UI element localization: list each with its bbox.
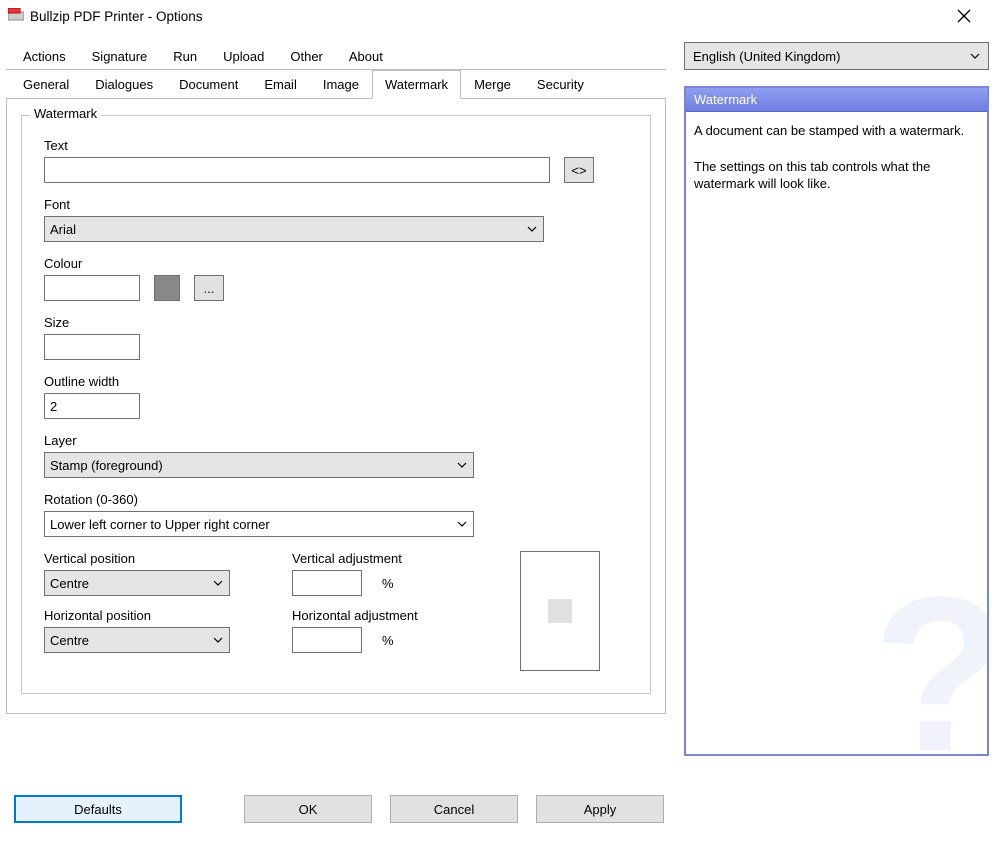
tab-document[interactable]: Document: [166, 70, 251, 99]
vpos-combo[interactable]: Centre: [44, 570, 230, 596]
tab-dialogues[interactable]: Dialogues: [82, 70, 166, 99]
rotation-combo[interactable]: Lower left corner to Upper right corner: [44, 511, 474, 537]
macro-button[interactable]: <>: [564, 157, 594, 183]
tab-email[interactable]: Email: [251, 70, 310, 99]
help-text-2: The settings on this tab controls what t…: [694, 158, 979, 193]
size-input[interactable]: [44, 334, 140, 360]
font-label: Font: [44, 197, 628, 212]
ok-button[interactable]: OK: [244, 795, 372, 823]
tab-upload[interactable]: Upload: [210, 42, 277, 70]
watermark-fieldset: Watermark Text <> Font Arial: [21, 115, 651, 694]
tab-other[interactable]: Other: [277, 42, 336, 70]
chevron-down-icon: [457, 460, 467, 470]
help-body: A document can be stamped with a waterma…: [686, 112, 987, 754]
percent-label: %: [382, 633, 394, 648]
vpos-value: Centre: [50, 576, 89, 591]
text-input[interactable]: [44, 157, 550, 183]
question-mark-icon: ?: [873, 564, 989, 756]
vadj-label: Vertical adjustment: [292, 551, 472, 566]
help-title: Watermark: [686, 88, 987, 112]
rotation-label: Rotation (0-360): [44, 492, 628, 507]
colour-swatch[interactable]: [154, 275, 180, 301]
vpos-label: Vertical position: [44, 551, 264, 566]
hadj-input[interactable]: [292, 627, 362, 653]
colour-input[interactable]: [44, 275, 140, 301]
layer-label: Layer: [44, 433, 628, 448]
help-text-1: A document can be stamped with a waterma…: [694, 122, 979, 140]
chevron-down-icon: [457, 519, 467, 529]
preview-box: [520, 551, 600, 671]
tab-general[interactable]: General: [10, 70, 82, 99]
hpos-combo[interactable]: Centre: [44, 627, 230, 653]
fieldset-legend: Watermark: [30, 106, 101, 121]
vadj-input[interactable]: [292, 570, 362, 596]
chevron-down-icon: [970, 51, 980, 61]
tab-security[interactable]: Security: [524, 70, 597, 99]
window-title: Bullzip PDF Printer - Options: [30, 9, 941, 24]
tab-watermark[interactable]: Watermark: [372, 70, 461, 99]
hpos-value: Centre: [50, 633, 89, 648]
chevron-down-icon: [527, 224, 537, 234]
tab-merge[interactable]: Merge: [461, 70, 524, 99]
outline-input[interactable]: [44, 393, 140, 419]
layer-value: Stamp (foreground): [50, 458, 163, 473]
language-value: English (United Kingdom): [693, 49, 840, 64]
outline-label: Outline width: [44, 374, 628, 389]
title-bar: Bullzip PDF Printer - Options: [0, 0, 995, 32]
help-panel: Watermark A document can be stamped with…: [684, 86, 989, 756]
chevron-down-icon: [213, 635, 223, 645]
tab-about[interactable]: About: [336, 42, 396, 70]
hpos-label: Horizontal position: [44, 608, 264, 623]
font-value: Arial: [50, 222, 76, 237]
tab-image[interactable]: Image: [310, 70, 372, 99]
cancel-button[interactable]: Cancel: [390, 795, 518, 823]
tab-run[interactable]: Run: [160, 42, 210, 70]
tab-strip-bottom: GeneralDialoguesDocumentEmailImageWaterm…: [6, 69, 666, 99]
chevron-down-icon: [213, 578, 223, 588]
preview-inner: [548, 599, 572, 623]
tab-strip-top: ActionsSignatureRunUploadOtherAbout: [6, 42, 666, 70]
tab-panel-watermark: Watermark Text <> Font Arial: [6, 98, 666, 714]
hadj-label: Horizontal adjustment: [292, 608, 472, 623]
colour-label: Colour: [44, 256, 628, 271]
language-combo[interactable]: English (United Kingdom): [684, 42, 989, 70]
colour-browse-button[interactable]: ...: [194, 275, 224, 301]
app-icon: [8, 8, 24, 24]
defaults-button[interactable]: Defaults: [14, 795, 182, 823]
apply-button[interactable]: Apply: [536, 795, 664, 823]
percent-label: %: [382, 576, 394, 591]
font-combo[interactable]: Arial: [44, 216, 544, 242]
tab-actions[interactable]: Actions: [10, 42, 79, 70]
text-label: Text: [44, 138, 628, 153]
layer-combo[interactable]: Stamp (foreground): [44, 452, 474, 478]
close-button[interactable]: [941, 0, 987, 32]
size-label: Size: [44, 315, 628, 330]
rotation-value: Lower left corner to Upper right corner: [50, 517, 270, 532]
tab-signature[interactable]: Signature: [79, 42, 161, 70]
